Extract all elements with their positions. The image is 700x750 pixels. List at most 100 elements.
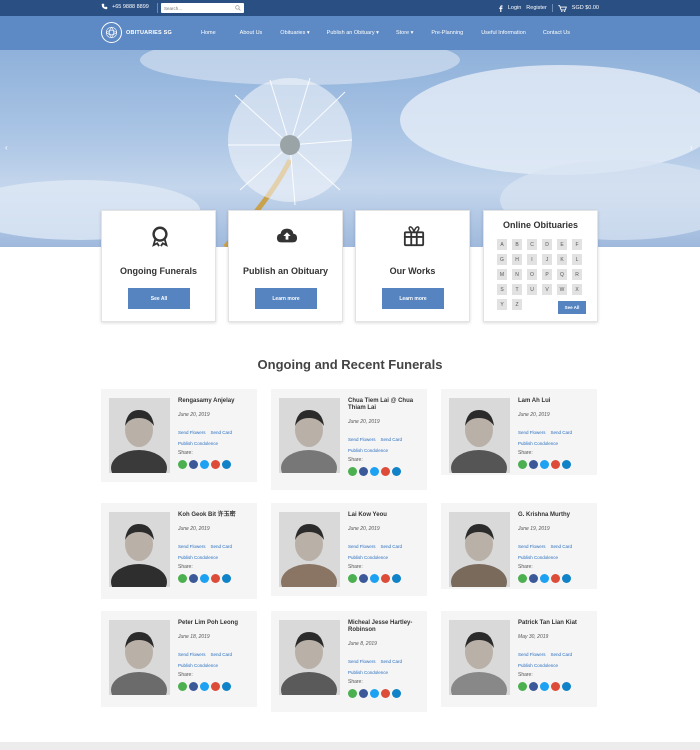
publish-condolence-link[interactable]: Publish Condolence — [518, 441, 558, 446]
send-flowers-link[interactable]: Send Flowers — [178, 652, 206, 657]
letter-p-button[interactable]: P — [542, 269, 552, 280]
google-plus-icon[interactable] — [211, 574, 220, 583]
twitter-icon[interactable] — [200, 682, 209, 691]
deceased-name[interactable]: Lam Ah Lui — [518, 398, 593, 405]
letter-x-button[interactable]: X — [572, 284, 582, 295]
twitter-icon[interactable] — [540, 574, 549, 583]
facebook-icon[interactable] — [529, 574, 538, 583]
deceased-photo[interactable] — [109, 512, 170, 587]
learn-more-button[interactable]: Learn more — [382, 288, 444, 309]
letter-v-button[interactable]: V — [542, 284, 552, 295]
deceased-name[interactable]: Rengasamy Anjelay — [178, 398, 253, 405]
whatsapp-icon[interactable] — [518, 460, 527, 469]
letter-z-button[interactable]: Z — [512, 299, 522, 310]
funeral-card[interactable]: Peter Lim Poh Leong June 18, 2019 Send F… — [101, 611, 257, 707]
search-icon[interactable] — [235, 5, 241, 11]
whatsapp-icon[interactable] — [348, 574, 357, 583]
twitter-icon[interactable] — [200, 574, 209, 583]
send-flowers-link[interactable]: Send Flowers — [518, 652, 546, 657]
deceased-name[interactable]: Koh Geok Bit 许玉密 — [178, 512, 253, 519]
nav-store[interactable]: Store ▾ — [396, 30, 413, 36]
deceased-name[interactable]: Chua Tiem Lai @ Chua Thiam Lai — [348, 398, 423, 412]
letter-n-button[interactable]: N — [512, 269, 522, 280]
whatsapp-icon[interactable] — [178, 460, 187, 469]
letter-o-button[interactable]: O — [527, 269, 537, 280]
facebook-icon[interactable] — [189, 682, 198, 691]
cart-total[interactable]: SGD $0.00 — [572, 5, 599, 11]
send-card-link[interactable]: Send Card — [551, 544, 573, 549]
send-card-link[interactable]: Send Card — [211, 430, 233, 435]
register-link[interactable]: Register — [526, 5, 546, 11]
site-logo[interactable]: OBITUARIES SG — [101, 22, 172, 43]
letter-g-button[interactable]: G — [497, 254, 507, 265]
twitter-icon[interactable] — [370, 689, 379, 698]
facebook-icon[interactable] — [359, 467, 368, 476]
letter-q-button[interactable]: Q — [557, 269, 567, 280]
letter-e-button[interactable]: E — [557, 239, 567, 250]
deceased-photo[interactable] — [279, 398, 340, 473]
send-flowers-link[interactable]: Send Flowers — [178, 430, 206, 435]
email-icon[interactable] — [222, 574, 231, 583]
funeral-card[interactable]: Micheal Jesse Hartley-Robinson June 8, 2… — [271, 611, 427, 712]
funeral-card[interactable]: Lai Kow Yeou June 20, 2019 Send Flowers S… — [271, 503, 427, 596]
send-card-link[interactable]: Send Card — [381, 659, 403, 664]
funeral-card[interactable]: Patrick Tan Lian Kiat May 30, 2019 Send … — [441, 611, 597, 707]
letter-m-button[interactable]: M — [497, 269, 507, 280]
deceased-name[interactable]: G. Krishna Murthy — [518, 512, 593, 519]
letter-i-button[interactable]: I — [527, 254, 537, 265]
publish-condolence-link[interactable]: Publish Condolence — [518, 555, 558, 560]
send-flowers-link[interactable]: Send Flowers — [348, 659, 376, 664]
send-flowers-link[interactable]: Send Flowers — [518, 430, 546, 435]
letter-b-button[interactable]: B — [512, 239, 522, 250]
facebook-icon[interactable] — [189, 574, 198, 583]
send-card-link[interactable]: Send Card — [551, 652, 573, 657]
deceased-photo[interactable] — [449, 512, 510, 587]
deceased-photo[interactable] — [279, 620, 340, 695]
deceased-name[interactable]: Lai Kow Yeou — [348, 512, 423, 519]
letter-d-button[interactable]: D — [542, 239, 552, 250]
publish-condolence-link[interactable]: Publish Condolence — [348, 448, 388, 453]
google-plus-icon[interactable] — [381, 574, 390, 583]
letter-j-button[interactable]: J — [542, 254, 552, 265]
deceased-photo[interactable] — [109, 398, 170, 473]
phone-contact[interactable]: +65 9888 8899 — [101, 3, 149, 10]
twitter-icon[interactable] — [370, 467, 379, 476]
facebook-icon[interactable] — [529, 460, 538, 469]
letter-y-button[interactable]: Y — [497, 299, 507, 310]
google-plus-icon[interactable] — [211, 460, 220, 469]
facebook-icon[interactable] — [359, 574, 368, 583]
send-card-link[interactable]: Send Card — [381, 544, 403, 549]
publish-condolence-link[interactable]: Publish Condolence — [178, 441, 218, 446]
login-link[interactable]: Login — [508, 5, 521, 11]
facebook-icon[interactable] — [529, 682, 538, 691]
google-plus-icon[interactable] — [551, 682, 560, 691]
letter-r-button[interactable]: R — [572, 269, 582, 280]
letter-a-button[interactable]: A — [497, 239, 507, 250]
send-card-link[interactable]: Send Card — [211, 652, 233, 657]
letter-f-button[interactable]: F — [572, 239, 582, 250]
carousel-next-icon[interactable]: › — [690, 143, 693, 152]
deceased-name[interactable]: Peter Lim Poh Leong — [178, 620, 253, 627]
nav-about-us[interactable]: About Us — [240, 30, 263, 36]
publish-condolence-link[interactable]: Publish Condolence — [348, 670, 388, 675]
publish-condolence-link[interactable]: Publish Condolence — [348, 555, 388, 560]
whatsapp-icon[interactable] — [348, 689, 357, 698]
letter-h-button[interactable]: H — [512, 254, 522, 265]
letter-k-button[interactable]: K — [557, 254, 567, 265]
twitter-icon[interactable] — [540, 682, 549, 691]
nav-pre-planning[interactable]: Pre-Planning — [431, 30, 463, 36]
funeral-card[interactable]: Koh Geok Bit 许玉密 June 20, 2019 Send Flow… — [101, 503, 257, 599]
funeral-card[interactable]: G. Krishna Murthy June 19, 2019 Send Flo… — [441, 503, 597, 589]
google-plus-icon[interactable] — [551, 574, 560, 583]
publish-condolence-link[interactable]: Publish Condolence — [178, 555, 218, 560]
letter-w-button[interactable]: W — [557, 284, 567, 295]
send-flowers-link[interactable]: Send Flowers — [518, 544, 546, 549]
google-plus-icon[interactable] — [381, 689, 390, 698]
deceased-photo[interactable] — [279, 512, 340, 587]
nav-contact-us[interactable]: Contact Us — [543, 30, 570, 36]
email-icon[interactable] — [222, 682, 231, 691]
send-flowers-link[interactable]: Send Flowers — [348, 437, 376, 442]
carousel-prev-icon[interactable]: ‹ — [5, 143, 8, 152]
see-all-button[interactable]: See All — [128, 288, 190, 309]
email-icon[interactable] — [562, 460, 571, 469]
